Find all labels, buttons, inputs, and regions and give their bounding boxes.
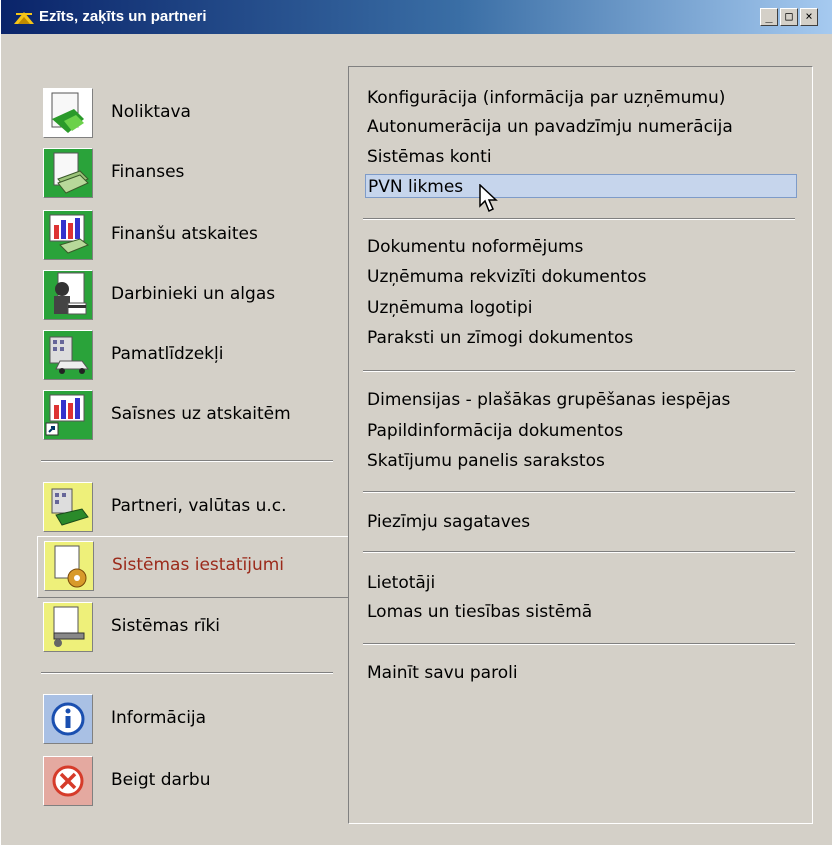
menu-separator [363, 551, 795, 553]
financial-reports-icon [43, 210, 93, 260]
menu-item-skatijumu-panelis[interactable]: Skatījumu panelis sarakstos [367, 449, 605, 473]
partners-icon [43, 482, 93, 532]
nav-label: Darbinieki un algas [111, 284, 276, 304]
finance-icon [43, 148, 93, 198]
exit-icon [43, 756, 93, 806]
nav-item-noliktava[interactable]: Noliktava [37, 84, 347, 142]
menu-item-konfiguracija[interactable]: Konfigurācija (informācija par uzņēmumu) [367, 86, 725, 110]
info-icon [43, 694, 93, 744]
nav-item-finanses[interactable]: Finanses [37, 144, 347, 202]
nav-separator [41, 460, 333, 462]
nav-item-beigt-darbu[interactable]: Beigt darbu [37, 752, 347, 810]
fixed-assets-icon [43, 330, 93, 380]
menu-separator [363, 218, 795, 220]
nav-item-sistemas-riki[interactable]: Sistēmas rīki [37, 598, 347, 656]
nav-item-darbinieki[interactable]: Darbinieki un algas [37, 266, 347, 324]
menu-item-lomas[interactable]: Lomas un tiesības sistēmā [367, 600, 592, 624]
nav-label: Partneri, valūtas u.c. [111, 496, 287, 516]
nav-label: Finanšu atskaites [111, 224, 258, 244]
nav-separator [41, 672, 333, 674]
menu-separator [363, 491, 795, 493]
system-settings-icon [44, 541, 94, 591]
title-bar[interactable]: Ezīts, zaķīts un partneri _ □ × [1, 0, 832, 34]
app-logo-icon [14, 12, 34, 24]
warehouse-icon [43, 88, 93, 138]
nav-item-saisnes[interactable]: Saīsnes uz atskaitēm [37, 386, 347, 444]
mouse-cursor-icon [479, 184, 498, 213]
settings-menu-panel: Konfigurācija (informācija par uzņēmumu)… [348, 66, 813, 824]
system-tools-icon [43, 602, 93, 652]
nav-item-informacija[interactable]: Informācija [37, 690, 347, 748]
menu-item-papildinformacija[interactable]: Papildinformācija dokumentos [367, 419, 623, 443]
menu-item-uznemuma-rekviziti[interactable]: Uzņēmuma rekvizīti dokumentos [367, 265, 646, 289]
menu-item-pvn-likmes[interactable]: PVN likmes [365, 174, 797, 198]
app-window: Ezīts, zaķīts un partneri _ □ × Noliktav… [0, 0, 832, 845]
nav-label: Pamatlīdzekļi [111, 344, 224, 364]
menu-item-paraksti[interactable]: Paraksti un zīmogi dokumentos [367, 326, 633, 350]
nav-item-pamatlidzekli[interactable]: Pamatlīdzekļi [37, 326, 347, 384]
nav-label: Informācija [111, 708, 207, 728]
nav-label: Saīsnes uz atskaitēm [111, 404, 291, 424]
nav-label: Beigt darbu [111, 770, 211, 790]
report-shortcuts-icon [43, 390, 93, 440]
nav-label: Finanses [111, 162, 185, 182]
window-title: Ezīts, zaķīts un partneri [39, 8, 207, 25]
nav-label: Sistēmas iestatījumi [112, 555, 285, 575]
menu-item-lietotaji[interactable]: Lietotāji [367, 571, 435, 595]
nav-label: Noliktava [111, 102, 191, 122]
menu-item-mainit-paroli[interactable]: Mainīt savu paroli [367, 661, 518, 685]
nav-label: Sistēmas rīki [111, 616, 221, 636]
menu-separator [363, 370, 795, 372]
nav-item-finansu-atskaites[interactable]: Finanšu atskaites [37, 206, 347, 264]
nav-item-sistemas-iestatijumi[interactable]: Sistēmas iestatījumi [37, 536, 350, 598]
minimize-button[interactable]: _ [760, 8, 778, 26]
close-button[interactable]: × [800, 8, 818, 26]
menu-item-autonumeracija[interactable]: Autonumerācija un pavadzīmju numerācija [367, 115, 733, 139]
employees-icon [43, 270, 93, 320]
maximize-button[interactable]: □ [780, 8, 798, 26]
nav-item-partneri[interactable]: Partneri, valūtas u.c. [37, 478, 347, 536]
menu-item-dokumentu-noformejums[interactable]: Dokumentu noformējums [367, 235, 583, 259]
menu-item-uznemuma-logotipi[interactable]: Uzņēmuma logotipi [367, 296, 533, 320]
menu-item-piezimju-sagataves[interactable]: Piezīmju sagataves [367, 510, 530, 534]
menu-item-dimensijas[interactable]: Dimensijas - plašākas grupēšanas iespēja… [367, 388, 730, 412]
menu-separator [363, 643, 795, 645]
menu-item-sistemas-konti[interactable]: Sistēmas konti [367, 145, 492, 169]
